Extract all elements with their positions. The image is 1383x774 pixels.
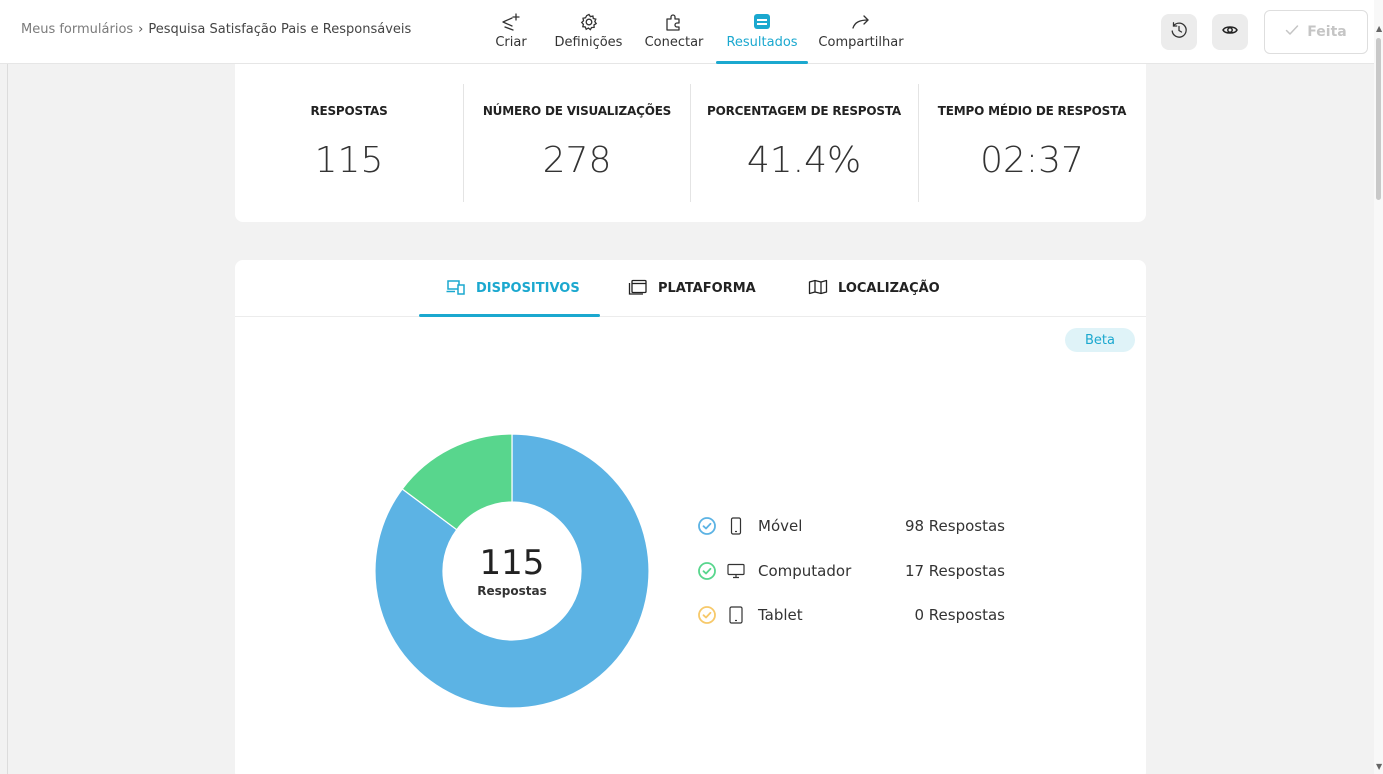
devices-donut-chart (375, 434, 649, 708)
active-tab-indicator (419, 314, 600, 317)
tab-plataforma[interactable]: PLATAFORMA (628, 260, 756, 317)
legend-row-computador[interactable]: Computador 17 Respostas (697, 560, 1017, 582)
scrollbar-thumb[interactable] (1376, 38, 1381, 200)
share-arrow-icon (850, 11, 872, 33)
stats-card: RESPOSTAS 115 NÚMERO DE VISUALIZAÇÕES 27… (235, 64, 1146, 222)
devices-icon (446, 279, 466, 299)
scroll-up-icon[interactable]: ▲ (1376, 24, 1382, 33)
breadcrumb-separator: › (138, 22, 144, 37)
breadcrumb: Meus formulários › Pesquisa Satisfação Pai… (21, 22, 411, 37)
tab-bar: DISPOSITIVOS PLATAFORMA LOCALIZAÇÃO (235, 260, 1146, 317)
device-name: Computador (758, 562, 852, 580)
device-count: 0 Respostas (914, 606, 1005, 624)
device-count: 17 Respostas (904, 562, 1005, 580)
gear-icon (579, 11, 599, 33)
nav-compartilhar[interactable]: Compartilhar (815, 0, 907, 64)
tablet-icon (727, 606, 745, 624)
stat-value: 115 (314, 140, 384, 181)
beta-badge: Beta (1065, 328, 1135, 352)
stat-label: TEMPO MÉDIO DE RESPOSTA (937, 104, 1127, 118)
nav-label: Conectar (644, 35, 704, 50)
stat-value: 278 (542, 140, 612, 181)
history-button[interactable] (1161, 14, 1197, 50)
tab-label: LOCALIZAÇÃO (838, 281, 940, 296)
check-icon (1285, 24, 1299, 40)
nav-label: Compartilhar (818, 35, 904, 50)
top-bar: Meus formulários › Pesquisa Satisfação Pai… (0, 0, 1374, 64)
map-icon (808, 279, 828, 299)
stat-value: 41.4% (746, 140, 862, 181)
stat-visualizacoes: NÚMERO DE VISUALIZAÇÕES 278 (463, 64, 691, 222)
nav-label: Definições (554, 35, 623, 50)
page-scrollbar[interactable]: ▲ ▼ (1374, 0, 1383, 774)
stat-tempo-medio: TEMPO MÉDIO DE RESPOSTA 02:37 (918, 64, 1146, 222)
windows-icon (628, 279, 648, 299)
nav-definicoes[interactable]: Definições (552, 0, 625, 64)
nav-criar[interactable]: Criar (495, 0, 527, 64)
create-icon (501, 11, 521, 33)
nav-label: Criar (495, 35, 527, 50)
tab-label: DISPOSITIVOS (476, 281, 580, 296)
device-count: 98 Respostas (904, 517, 1005, 535)
check-circle-icon[interactable] (697, 516, 717, 536)
check-circle-icon[interactable] (697, 605, 717, 625)
eye-icon (1221, 21, 1239, 43)
tab-dispositivos[interactable]: DISPOSITIVOS (446, 260, 580, 317)
device-name: Móvel (758, 517, 803, 535)
breadcrumb-current: Pesquisa Satisfação Pais e Responsáveis (148, 22, 412, 37)
preview-button[interactable] (1212, 14, 1248, 50)
stat-respostas: RESPOSTAS 115 (235, 64, 463, 222)
inbox-icon (752, 11, 772, 33)
done-label: Feita (1307, 24, 1347, 40)
history-icon (1170, 21, 1188, 43)
nav-conectar[interactable]: Conectar (642, 0, 706, 64)
tab-label: PLATAFORMA (658, 281, 756, 296)
legend-row-movel[interactable]: Móvel 98 Respostas (697, 515, 1017, 537)
nav-resultados[interactable]: Resultados (716, 0, 808, 64)
mobile-icon (727, 517, 745, 535)
stat-porcentagem: PORCENTAGEM DE RESPOSTA 41.4% (690, 64, 918, 222)
desktop-icon (727, 563, 745, 579)
left-divider (7, 64, 8, 774)
stat-label: RESPOSTAS (310, 104, 388, 118)
check-circle-icon[interactable] (697, 561, 717, 581)
breadcrumb-root-link[interactable]: Meus formulários (21, 22, 133, 37)
legend-row-tablet[interactable]: Tablet 0 Respostas (697, 604, 1017, 626)
tab-localizacao[interactable]: LOCALIZAÇÃO (808, 260, 940, 317)
nav-label: Resultados (726, 35, 798, 50)
device-name: Tablet (758, 606, 803, 624)
devices-card: DISPOSITIVOS PLATAFORMA LOCALIZAÇÃO Beta… (235, 260, 1146, 774)
done-button[interactable]: Feita (1264, 10, 1368, 54)
puzzle-icon (664, 11, 684, 33)
stat-label: NÚMERO DE VISUALIZAÇÕES (482, 104, 672, 118)
stat-value: 02:37 (980, 140, 1084, 181)
stat-label: PORCENTAGEM DE RESPOSTA (707, 104, 901, 118)
scroll-down-icon[interactable]: ▼ (1376, 762, 1382, 771)
